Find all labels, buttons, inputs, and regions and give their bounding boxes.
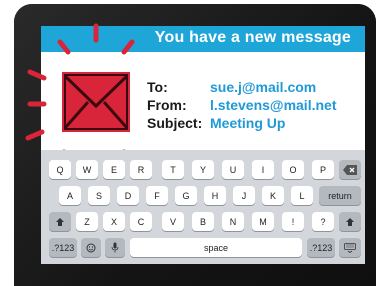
key-m[interactable]: M: [252, 212, 274, 231]
key-y[interactable]: Y: [192, 160, 214, 179]
key-question[interactable]: ?: [312, 212, 334, 231]
key-j[interactable]: J: [233, 186, 255, 205]
microphone-key[interactable]: [105, 238, 125, 257]
key-w[interactable]: W: [76, 160, 98, 179]
onscreen-keyboard: Q W E R T Y U I O P A S D F G H J K L re…: [41, 150, 365, 264]
key-x[interactable]: X: [103, 212, 125, 231]
shift-icon: [56, 217, 64, 226]
key-g[interactable]: G: [175, 186, 197, 205]
key-f[interactable]: F: [146, 186, 168, 205]
key-l[interactable]: L: [291, 186, 313, 205]
key-c[interactable]: C: [130, 212, 152, 231]
from-value[interactable]: l.stevens@mail.net: [210, 97, 336, 113]
notification-banner: You have a new message: [41, 26, 365, 52]
notification-title: You have a new message: [154, 29, 351, 46]
to-label: To:: [147, 79, 168, 95]
space-key[interactable]: space: [130, 238, 302, 257]
key-a[interactable]: A: [59, 186, 81, 205]
delete-key[interactable]: [339, 160, 361, 179]
subject-label: Subject:: [147, 115, 203, 131]
subject-value[interactable]: Meeting Up: [210, 115, 285, 131]
key-d[interactable]: D: [117, 186, 139, 205]
key-exclamation[interactable]: !: [282, 212, 304, 231]
key-t[interactable]: T: [162, 160, 184, 179]
key-n[interactable]: N: [222, 212, 244, 231]
to-value[interactable]: sue.j@mail.com: [210, 79, 316, 95]
from-label: From:: [147, 97, 187, 113]
shift-key-right[interactable]: [339, 212, 361, 231]
emoji-icon: [86, 243, 96, 252]
key-h[interactable]: H: [204, 186, 226, 205]
key-e[interactable]: E: [103, 160, 125, 179]
numbers-key-right[interactable]: .?123: [307, 238, 335, 257]
key-o[interactable]: O: [282, 160, 304, 179]
key-b[interactable]: B: [192, 212, 214, 231]
emoji-key[interactable]: [81, 238, 101, 257]
key-r[interactable]: R: [130, 160, 152, 179]
hide-keyboard-key[interactable]: [339, 238, 361, 257]
key-s[interactable]: S: [88, 186, 110, 205]
key-z[interactable]: Z: [76, 212, 98, 231]
microphone-icon: [111, 242, 119, 253]
key-u[interactable]: U: [222, 160, 244, 179]
numbers-key-left[interactable]: .?123: [49, 238, 77, 257]
key-v[interactable]: V: [162, 212, 184, 231]
shift-key-left[interactable]: [49, 212, 71, 231]
envelope-icon: [62, 72, 130, 132]
keyboard-hide-icon: [344, 242, 356, 253]
key-q[interactable]: Q: [49, 160, 71, 179]
return-key[interactable]: return: [319, 186, 361, 205]
key-i[interactable]: I: [252, 160, 274, 179]
key-k[interactable]: K: [262, 186, 284, 205]
backspace-icon: [343, 164, 357, 175]
shift-icon: [346, 217, 354, 226]
key-p[interactable]: P: [312, 160, 334, 179]
